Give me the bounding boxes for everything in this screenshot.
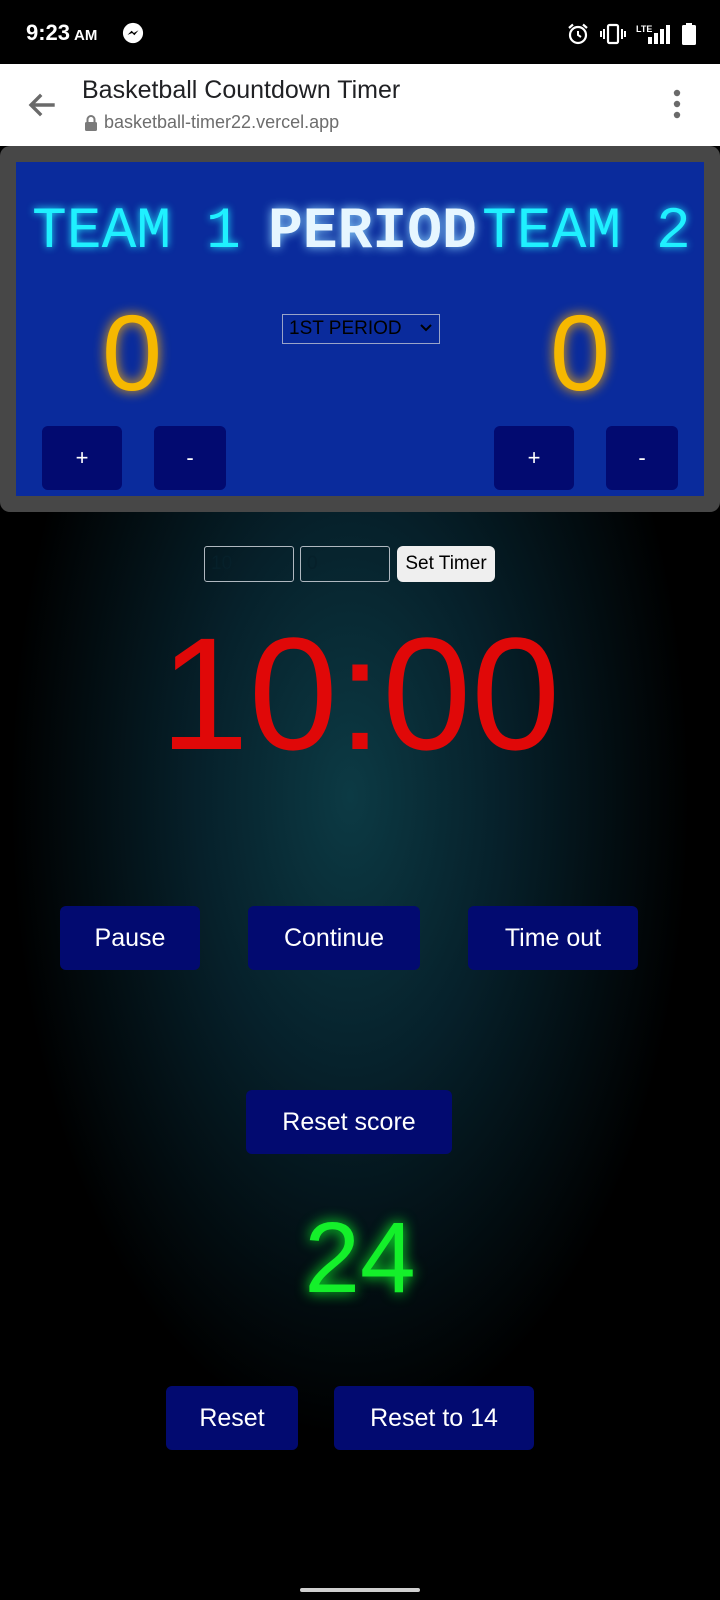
shot-clock: 24 xyxy=(304,1202,416,1314)
pause-button[interactable]: Pause xyxy=(60,906,200,970)
signal-icon: LTE xyxy=(636,24,670,44)
seconds-input[interactable]: 0 xyxy=(300,546,390,582)
status-time-ampm: AM xyxy=(74,27,98,44)
gesture-nav-handle[interactable] xyxy=(300,1588,420,1592)
team1-minus-button[interactable]: - xyxy=(154,426,226,490)
vibrate-icon xyxy=(600,23,626,45)
team2-label: TEAM 2 xyxy=(482,200,691,265)
team1-score: 0 xyxy=(102,292,163,413)
period-select-value: 1ST PERIOD xyxy=(289,318,402,339)
continue-button[interactable]: Continue xyxy=(248,906,420,970)
minutes-input[interactable]: 10 xyxy=(204,546,294,582)
shot-clock-reset-button[interactable]: Reset xyxy=(166,1386,298,1450)
status-icons: LTE xyxy=(566,22,696,46)
scoreboard: TEAM 1 PERIOD TEAM 2 0 1ST PERIOD 0 + - … xyxy=(0,146,720,512)
more-options-icon[interactable] xyxy=(672,88,682,120)
browser-header: Basketball Countdown Timer basketball-ti… xyxy=(0,64,720,146)
url-row[interactable]: basketball-timer22.vercel.app xyxy=(84,112,339,133)
network-label: LTE xyxy=(636,24,652,34)
status-bar: 9:23 AM LTE xyxy=(0,0,720,64)
chevron-down-icon xyxy=(420,324,432,332)
timeout-button[interactable]: Time out xyxy=(468,906,638,970)
lock-icon xyxy=(85,114,97,131)
team2-minus-button[interactable]: - xyxy=(606,426,678,490)
team2-score: 0 xyxy=(550,292,611,413)
alarm-icon xyxy=(568,23,588,45)
messenger-icon xyxy=(122,22,144,44)
scoreboard-panel: TEAM 1 PERIOD TEAM 2 0 1ST PERIOD 0 + - … xyxy=(16,162,704,496)
page-content: TEAM 1 PERIOD TEAM 2 0 1ST PERIOD 0 + - … xyxy=(0,146,720,1600)
battery-icon xyxy=(682,23,696,45)
game-clock: 10:00 xyxy=(159,604,561,783)
team1-plus-button[interactable]: + xyxy=(42,426,122,490)
back-arrow-icon[interactable] xyxy=(26,90,56,120)
status-time: 9:23 AM xyxy=(26,20,97,46)
team2-plus-button[interactable]: + xyxy=(494,426,574,490)
period-select[interactable]: 1ST PERIOD xyxy=(282,314,440,344)
team1-label: TEAM 1 xyxy=(32,200,241,265)
set-timer-button[interactable]: Set Timer xyxy=(397,546,495,582)
page-title: Basketball Countdown Timer xyxy=(82,76,401,104)
status-time-value: 9:23 xyxy=(26,20,71,45)
shot-clock-reset-14-button[interactable]: Reset to 14 xyxy=(334,1386,534,1450)
period-label: PERIOD xyxy=(268,200,477,265)
page-url: basketball-timer22.vercel.app xyxy=(104,112,340,132)
reset-score-button[interactable]: Reset score xyxy=(246,1090,452,1154)
